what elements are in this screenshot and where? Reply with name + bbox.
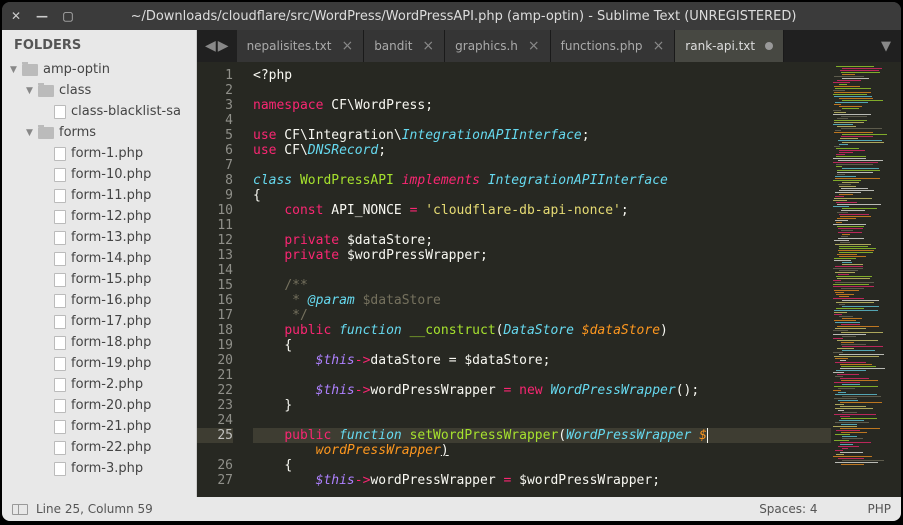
tree-label: form-2.php: [71, 377, 143, 392]
tree-label: form-12.php: [71, 209, 151, 224]
tree-label: amp-optin: [43, 62, 110, 77]
tree-label: form-10.php: [71, 167, 151, 182]
tree-file[interactable]: form-19.php: [2, 353, 196, 374]
nav-back-icon[interactable]: ◀: [205, 38, 216, 54]
tree-file[interactable]: form-14.php: [2, 248, 196, 269]
tab-label: graphics.h: [455, 39, 518, 53]
indent-setting[interactable]: Spaces: 4: [759, 502, 817, 516]
tree-label: form-22.php: [71, 440, 151, 455]
folder-icon: [22, 64, 38, 76]
tree-label: form-15.php: [71, 272, 151, 287]
syntax-setting[interactable]: PHP: [868, 502, 892, 516]
cursor-position[interactable]: Line 25, Column 59: [36, 502, 153, 516]
tree-file[interactable]: form-15.php: [2, 269, 196, 290]
tree-file[interactable]: form-16.php: [2, 290, 196, 311]
file-icon: [54, 399, 66, 413]
disclosure-icon[interactable]: ▼: [26, 128, 38, 138]
tree-label: form-14.php: [71, 251, 151, 266]
titlebar: ✕ — ▢ ~/Downloads/cloudflare/src/WordPre…: [2, 2, 901, 30]
tree-file[interactable]: form-22.php: [2, 437, 196, 458]
tree-file[interactable]: class-blacklist-sa: [2, 101, 196, 122]
sidebar: FOLDERS ▼ amp-optin ▼ class class-blackl…: [2, 30, 197, 497]
tree-label: forms: [59, 125, 96, 140]
dirty-indicator-icon: [765, 42, 773, 50]
tree-label: form-16.php: [71, 293, 151, 308]
close-icon[interactable]: ×: [422, 38, 434, 54]
panel-switcher-icon[interactable]: [12, 504, 28, 515]
tree-file[interactable]: form-20.php: [2, 395, 196, 416]
window-title: ~/Downloads/cloudflare/src/WordPress/Wor…: [74, 9, 893, 24]
file-icon: [54, 378, 66, 392]
file-icon: [54, 294, 66, 308]
folder-tree[interactable]: ▼ amp-optin ▼ class class-blacklist-sa ▼…: [2, 59, 196, 497]
tab[interactable]: nepalisites.txt ×: [237, 30, 365, 62]
tree-folder-root[interactable]: ▼ amp-optin: [2, 59, 196, 80]
file-icon: [54, 357, 66, 371]
tree-file[interactable]: form-11.php: [2, 185, 196, 206]
tree-label: form-11.php: [71, 188, 151, 203]
minimize-icon[interactable]: —: [36, 10, 48, 22]
tree-folder[interactable]: ▼ class: [2, 80, 196, 101]
tab[interactable]: bandit ×: [364, 30, 445, 62]
tab-label: rank-api.txt: [685, 39, 755, 53]
close-icon[interactable]: ×: [653, 38, 665, 54]
nav-forward-icon[interactable]: ▶: [218, 38, 229, 54]
tree-label: form-17.php: [71, 314, 151, 329]
tree-file[interactable]: form-18.php: [2, 332, 196, 353]
tab[interactable]: graphics.h ×: [445, 30, 550, 62]
tree-file[interactable]: form-12.php: [2, 206, 196, 227]
tab-label: bandit: [374, 39, 412, 53]
tabbar: ◀ ▶ nepalisites.txt×bandit×graphics.h×fu…: [197, 30, 901, 62]
tree-file[interactable]: form-21.php: [2, 416, 196, 437]
maximize-icon[interactable]: ▢: [62, 10, 74, 22]
tree-file[interactable]: form-1.php: [2, 143, 196, 164]
tab-label: functions.php: [561, 39, 643, 53]
file-icon: [54, 462, 66, 476]
tree-label: form-1.php: [71, 146, 143, 161]
file-icon: [54, 441, 66, 455]
tree-file[interactable]: form-2.php: [2, 374, 196, 395]
tree-label: class-blacklist-sa: [71, 104, 181, 119]
file-icon: [54, 336, 66, 350]
file-icon: [54, 315, 66, 329]
minimap[interactable]: [831, 62, 901, 497]
folder-icon: [38, 127, 54, 139]
tree-label: form-18.php: [71, 335, 151, 350]
tab-label: nepalisites.txt: [247, 39, 332, 53]
file-icon: [54, 105, 66, 119]
file-icon: [54, 231, 66, 245]
close-icon[interactable]: ×: [341, 38, 353, 54]
tree-label: class: [59, 83, 91, 98]
tree-file[interactable]: form-17.php: [2, 311, 196, 332]
disclosure-icon[interactable]: ▼: [10, 65, 22, 75]
close-icon[interactable]: ✕: [10, 10, 22, 22]
tab-menu-icon[interactable]: ▼: [871, 30, 901, 62]
tree-file[interactable]: form-13.php: [2, 227, 196, 248]
folder-icon: [38, 85, 54, 97]
tree-file[interactable]: form-10.php: [2, 164, 196, 185]
statusbar: Line 25, Column 59 Spaces: 4 PHP: [2, 497, 901, 521]
sidebar-header: FOLDERS: [2, 30, 196, 59]
tree-label: form-21.php: [71, 419, 151, 434]
file-icon: [54, 420, 66, 434]
tab[interactable]: functions.php ×: [551, 30, 676, 62]
gutter[interactable]: 1234567891011121314151617181920212223242…: [197, 62, 241, 497]
file-icon: [54, 189, 66, 203]
code-editor[interactable]: <?php namespace CF\WordPress; use CF\Int…: [241, 62, 831, 497]
tree-label: form-20.php: [71, 398, 151, 413]
tab[interactable]: rank-api.txt: [675, 30, 784, 62]
file-icon: [54, 252, 66, 266]
disclosure-icon[interactable]: ▼: [26, 86, 38, 96]
tree-folder[interactable]: ▼ forms: [2, 122, 196, 143]
file-icon: [54, 168, 66, 182]
close-icon[interactable]: ×: [528, 38, 540, 54]
tree-label: form-13.php: [71, 230, 151, 245]
tree-label: form-19.php: [71, 356, 151, 371]
file-icon: [54, 273, 66, 287]
tree-file[interactable]: form-3.php: [2, 458, 196, 479]
file-icon: [54, 147, 66, 161]
tree-label: form-3.php: [71, 461, 143, 476]
file-icon: [54, 210, 66, 224]
